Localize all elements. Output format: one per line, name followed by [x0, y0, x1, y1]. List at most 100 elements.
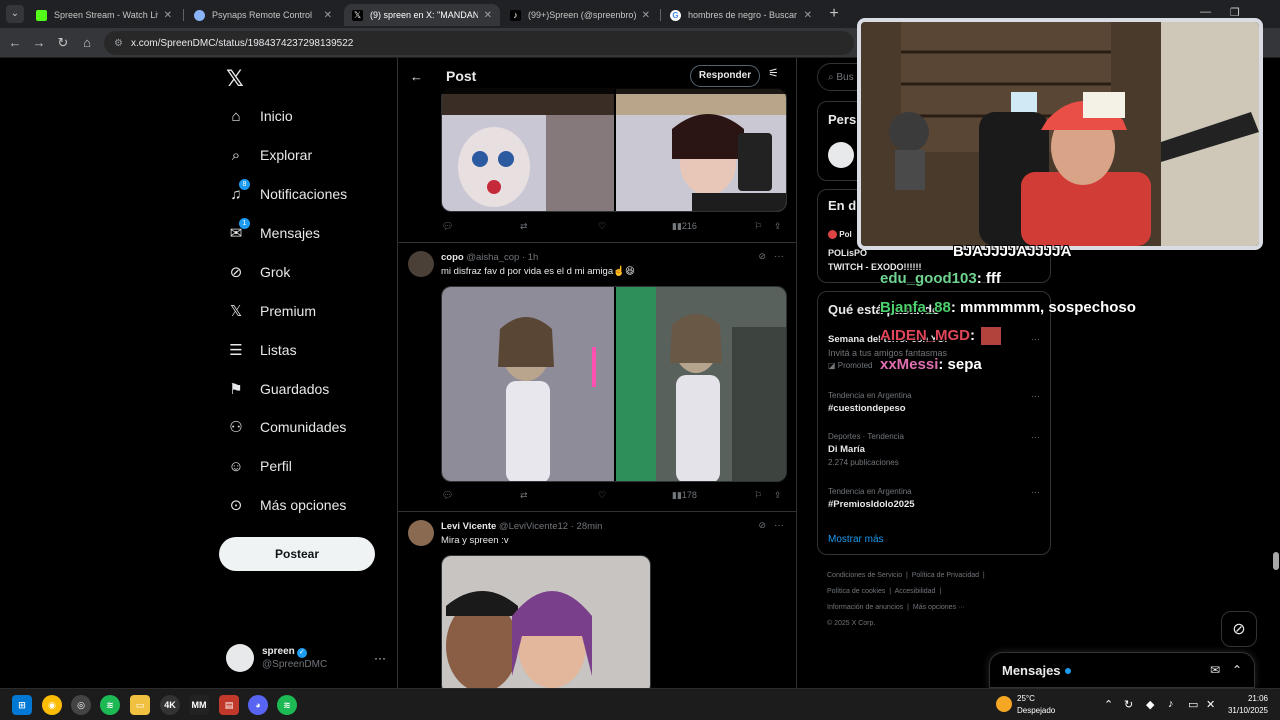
author-handle[interactable]: @aisha_cop	[466, 252, 519, 263]
trend-item[interactable]: Deportes · Tendencia Di María 2.274 publ…	[828, 432, 1040, 467]
author-handle[interactable]: @LeviVicente12	[499, 521, 568, 532]
taskbar-clock[interactable]: 21:06 31/10/2025	[1226, 693, 1268, 717]
nav-item-comunidades[interactable]: ⚇ Comunidades	[226, 409, 346, 445]
reply-icon[interactable]: 💬︎	[442, 490, 453, 501]
nav-item-listas[interactable]: ☰ Listas	[226, 332, 296, 368]
reply-icon[interactable]: 💬︎	[442, 221, 453, 232]
messages-dock[interactable]: Mensajes ✉ ⌃	[989, 652, 1255, 688]
post-time[interactable]: 28min	[577, 521, 603, 532]
nav-item-guardados[interactable]: ⚑ Guardados	[226, 371, 329, 407]
nav-item-grok[interactable]: ⊘ Grok	[226, 254, 291, 290]
post-media-grid[interactable]	[441, 286, 787, 482]
tab-x-post[interactable]: 𝕏 (9) spreen en X: "MANDANME ✕	[344, 4, 500, 26]
post-media-grid[interactable]	[441, 88, 787, 212]
post-item[interactable]: Levi Vicente @LeviVicente12 · 28min ⊘ ··…	[398, 512, 796, 688]
k-app-icon[interactable]: 4K	[160, 695, 180, 715]
bookmark-icon[interactable]: ⚐	[754, 490, 762, 501]
footer-link[interactable]: Accesibilidad	[895, 588, 936, 595]
avatar[interactable]	[828, 142, 854, 168]
tab-google-search[interactable]: G hombres de negro - Buscar con ✕	[662, 4, 820, 26]
sliders-icon[interactable]: ⚟	[768, 66, 779, 80]
new-tab-button[interactable]: +	[824, 4, 844, 24]
author-name[interactable]: copo	[441, 252, 464, 263]
grok-icon[interactable]: ⊘	[758, 520, 766, 531]
like-icon[interactable]: ♡	[598, 221, 606, 232]
address-bar[interactable]: ⚙ x.com/SpreenDMC/status/198437423729813…	[104, 31, 854, 55]
trend-item[interactable]: Tendencia en Argentina #cuestiondepeso ·…	[828, 391, 1040, 414]
tab-tiktok[interactable]: ♪ (99+)Spreen (@spreenbro) ofic ✕	[502, 4, 658, 26]
nav-item-mas-opciones[interactable]: ⊙ Más opciones	[226, 487, 347, 523]
share-icon[interactable]: ⇪	[774, 221, 782, 232]
account-switcher[interactable]: spreen ✓ @SpreenDMC ···	[226, 640, 386, 676]
close-icon[interactable]: ✕	[484, 10, 492, 21]
minimize-icon[interactable]: —	[1200, 6, 1211, 18]
footer-link[interactable]: Política de Privacidad	[912, 572, 979, 579]
microphone-icon[interactable]: ♪	[1168, 698, 1174, 710]
footer-link[interactable]: Condiciones de Servicio	[827, 572, 902, 579]
more-dots-icon[interactable]: ···	[1031, 334, 1040, 344]
more-dots-icon[interactable]: ···	[774, 520, 784, 531]
post-button[interactable]: Postear	[219, 537, 375, 571]
views-icon[interactable]: ▮▮ 178	[672, 490, 697, 501]
nav-item-inicio[interactable]: ⌂ Inicio	[226, 98, 292, 134]
bookmark-icon[interactable]: ⚐	[754, 221, 762, 232]
post-media[interactable]	[441, 555, 651, 688]
scrollbar[interactable]	[1272, 58, 1280, 688]
repost-icon[interactable]: ⇄	[520, 490, 528, 501]
site-info-icon[interactable]: ⚙	[114, 38, 123, 49]
show-more-link[interactable]: Mostrar más	[828, 534, 884, 545]
mm-app-icon[interactable]: MM	[189, 695, 209, 715]
close-icon[interactable]: ✕	[164, 10, 172, 21]
back-arrow-icon[interactable]: ←	[410, 69, 423, 84]
grok-icon[interactable]: ⊘	[1221, 611, 1257, 647]
share-icon[interactable]: ⇪	[774, 490, 782, 501]
nav-item-explorar[interactable]: ⌕ Explorar	[226, 137, 312, 173]
reload-icon[interactable]: ↻	[53, 33, 73, 53]
app-tray-icon[interactable]: ◆	[1146, 698, 1154, 711]
post-time[interactable]: 1h	[528, 252, 539, 263]
author-name[interactable]: Levi Vicente	[441, 521, 496, 532]
live-snippet[interactable]: Pol	[828, 230, 852, 240]
app-icon[interactable]: ▤	[219, 695, 239, 715]
expand-icon[interactable]: ⌃	[1232, 663, 1242, 677]
views-icon[interactable]: ▮▮ 216	[672, 221, 697, 232]
nav-item-perfil[interactable]: ☺ Perfil	[226, 448, 292, 484]
windows-start-icon[interactable]: ⊞	[12, 695, 32, 715]
trend-item[interactable]: Tendencia en Argentina #PremiosIdolo2025…	[828, 487, 1040, 510]
close-icon[interactable]: ✕	[324, 10, 332, 21]
file-explorer-icon[interactable]: ▭	[130, 695, 150, 715]
nav-item-premium[interactable]: 𝕏 Premium	[226, 293, 316, 329]
chevron-up-icon[interactable]: ⌃	[1104, 698, 1113, 711]
post-item[interactable]: copo @aisha_cop · 1h ⊘ ··· mi disfraz fa…	[398, 243, 796, 512]
close-icon[interactable]: ✕	[642, 10, 650, 21]
more-dots-icon[interactable]: ···	[374, 651, 386, 665]
sync-icon[interactable]: ↻	[1124, 698, 1133, 711]
x-logo-icon[interactable]: 𝕏	[226, 66, 244, 92]
spotify-icon[interactable]: ≋	[100, 695, 120, 715]
volume-mute-icon[interactable]: ✕	[1206, 698, 1215, 711]
nav-item-mensajes[interactable]: ✉ 1 Mensajes	[226, 215, 320, 251]
new-message-icon[interactable]: ✉	[1210, 663, 1220, 677]
discord-icon[interactable]: ◕	[248, 695, 268, 715]
nav-item-notificaciones[interactable]: ♫ 8 Notificaciones	[226, 176, 347, 212]
footer-link[interactable]: Política de cookies	[827, 588, 885, 595]
monitor-icon[interactable]: ▭	[1188, 698, 1198, 711]
grok-icon[interactable]: ⊘	[758, 251, 766, 262]
more-dots-icon[interactable]: ···	[1031, 432, 1040, 442]
spotify-icon[interactable]: ≋	[277, 695, 297, 715]
tab-search-button[interactable]: ⌄	[6, 5, 24, 23]
more-dots-icon[interactable]: ···	[1031, 391, 1040, 401]
chrome-icon[interactable]: ◉	[42, 695, 62, 715]
home-icon[interactable]: ⌂	[77, 33, 97, 53]
footer-link[interactable]: Información de anuncios	[827, 604, 903, 611]
app-icon[interactable]: ◎	[71, 695, 91, 715]
back-arrow-icon[interactable]: ←	[5, 33, 25, 53]
more-dots-icon[interactable]: ···	[1031, 487, 1040, 497]
like-icon[interactable]: ♡	[598, 490, 606, 501]
repost-icon[interactable]: ⇄	[520, 221, 528, 232]
footer-link[interactable]: Más opciones ···	[913, 604, 965, 611]
forward-arrow-icon[interactable]: →	[29, 33, 49, 53]
more-dots-icon[interactable]: ···	[774, 251, 784, 262]
scrollbar-thumb[interactable]	[1273, 552, 1279, 570]
close-icon[interactable]: ✕	[804, 10, 812, 21]
